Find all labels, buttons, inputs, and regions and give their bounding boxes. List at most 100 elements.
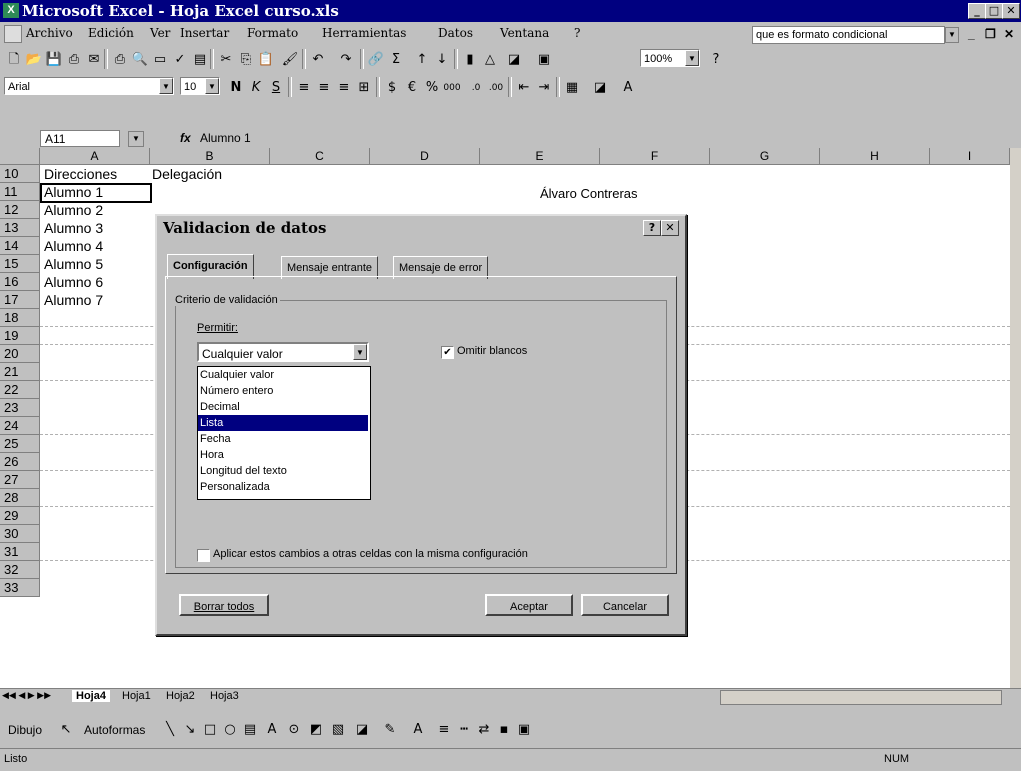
italic-icon[interactable]: K <box>246 78 266 98</box>
row-header[interactable]: 19 <box>0 327 40 345</box>
column-header-f[interactable]: F <box>600 148 710 165</box>
row-header[interactable]: 17 <box>0 291 40 309</box>
line-color-icon[interactable]: ✎ <box>380 720 400 740</box>
cell-a17[interactable]: Alumno 7 <box>44 291 103 309</box>
row-header[interactable]: 21 <box>0 363 40 381</box>
column-header-e[interactable]: E <box>480 148 600 165</box>
row-header[interactable]: 15 <box>0 255 40 273</box>
row-header[interactable]: 27 <box>0 471 40 489</box>
name-box-dropdown-icon[interactable]: ▼ <box>128 131 144 147</box>
select-all-corner[interactable] <box>0 148 40 165</box>
row-header[interactable]: 24 <box>0 417 40 435</box>
sheet-tab-hoja1[interactable]: Hoja1 <box>118 690 155 702</box>
zoom-dropdown-icon[interactable]: ▼ <box>685 50 699 66</box>
font-color-icon[interactable]: A <box>618 78 638 98</box>
save-icon[interactable]: 💾 <box>44 50 64 70</box>
cell-d11[interactable]: Álvaro Contreras <box>540 185 638 203</box>
formula-content[interactable]: Alumno 1 <box>200 131 251 145</box>
menu-ventana[interactable]: Ventana <box>500 26 549 40</box>
protect-icon[interactable]: ▣ <box>534 50 554 70</box>
oval-icon[interactable]: ○ <box>220 720 240 740</box>
row-header[interactable]: 14 <box>0 237 40 255</box>
option-hora[interactable]: Hora <box>198 447 368 463</box>
line-style-icon[interactable]: ≡ <box>434 720 454 740</box>
row-header[interactable]: 31 <box>0 543 40 561</box>
redo-icon[interactable]: ↷ <box>336 50 356 70</box>
sort-asc-icon[interactable]: ↑ <box>412 50 432 70</box>
ignore-blank-checkbox[interactable]: ✔ <box>441 346 454 359</box>
sheet-tab-hoja2[interactable]: Hoja2 <box>162 690 199 702</box>
minimize-button[interactable]: _ <box>968 3 986 19</box>
fx-icon[interactable]: fx <box>180 131 191 145</box>
clear-all-button[interactable]: Borrar todos <box>179 594 269 616</box>
arrow-icon[interactable]: ↘ <box>180 720 200 740</box>
print-preview-icon[interactable]: 🔍 <box>130 50 150 70</box>
row-header[interactable]: 10 <box>0 165 40 183</box>
autoformas-menu[interactable]: Autoformas <box>84 723 145 737</box>
doc-restore-button[interactable]: ❐ <box>985 27 996 41</box>
paste-icon[interactable]: 📋 <box>256 50 276 70</box>
font-combo[interactable]: Arial ▼ <box>4 77 174 95</box>
option-numero-entero[interactable]: Número entero <box>198 383 368 399</box>
sheet-tab-hoja3[interactable]: Hoja3 <box>206 690 243 702</box>
wordart-icon[interactable]: A <box>262 720 282 740</box>
3d-icon[interactable]: ▣ <box>514 720 534 740</box>
email-icon[interactable]: ✉ <box>84 50 104 70</box>
menu-ver[interactable]: Ver <box>150 26 170 40</box>
help-icon[interactable]: ? <box>643 220 661 236</box>
option-personalizada[interactable]: Personalizada <box>198 479 368 495</box>
row-header[interactable]: 33 <box>0 579 40 597</box>
dash-style-icon[interactable]: ┅ <box>454 720 474 740</box>
option-lista[interactable]: Lista <box>198 415 368 431</box>
print-icon[interactable]: ⎙ <box>110 50 130 70</box>
row-header[interactable]: 12 <box>0 201 40 219</box>
option-fecha[interactable]: Fecha <box>198 431 368 447</box>
menu-formato[interactable]: Formato <box>247 26 298 40</box>
hyperlink-icon[interactable]: 🔗 <box>366 50 386 70</box>
copy-icon[interactable]: ⎘ <box>236 50 256 70</box>
sheet-tab-hoja4[interactable]: Hoja4 <box>72 690 110 702</box>
row-header[interactable]: 13 <box>0 219 40 237</box>
column-header-g[interactable]: G <box>710 148 820 165</box>
column-header-i[interactable]: I <box>930 148 1010 165</box>
cell-a12[interactable]: Alumno 2 <box>44 201 103 219</box>
close-button[interactable]: ✕ <box>1002 3 1020 19</box>
option-decimal[interactable]: Decimal <box>198 399 368 415</box>
research-icon[interactable]: ▤ <box>190 50 210 70</box>
sort-desc-icon[interactable]: ↓ <box>432 50 452 70</box>
row-header[interactable]: 11 <box>0 183 40 201</box>
cell-a11[interactable]: Alumno 1 <box>44 183 103 201</box>
ask-question-box[interactable]: que es formato condicional <box>752 26 945 44</box>
font-color-draw-icon[interactable]: A <box>408 720 428 740</box>
row-header[interactable]: 28 <box>0 489 40 507</box>
euro-icon[interactable]: € <box>402 78 422 98</box>
underline-icon[interactable]: S <box>266 78 286 98</box>
clipart-icon[interactable]: ◩ <box>306 720 326 740</box>
row-header[interactable]: 23 <box>0 399 40 417</box>
maximize-button[interactable]: □ <box>985 3 1003 19</box>
cell-a16[interactable]: Alumno 6 <box>44 273 103 291</box>
fill-color-draw-icon[interactable]: ◪ <box>352 720 372 740</box>
menu-archivo[interactable]: Archivo <box>26 26 73 40</box>
option-longitud-texto[interactable]: Longitud del texto <box>198 463 368 479</box>
doc-minimize-button[interactable]: _ <box>968 27 975 41</box>
thousands-icon[interactable]: 000 <box>442 78 462 98</box>
row-header[interactable]: 20 <box>0 345 40 363</box>
row-header[interactable]: 18 <box>0 309 40 327</box>
new-icon[interactable]: 🗋 <box>4 50 24 70</box>
row-header[interactable]: 25 <box>0 435 40 453</box>
column-header-c[interactable]: C <box>270 148 370 165</box>
row-header[interactable]: 16 <box>0 273 40 291</box>
row-header[interactable]: 29 <box>0 507 40 525</box>
textbox-icon[interactable]: ▤ <box>240 720 260 740</box>
menu-datos[interactable]: Datos <box>438 26 473 40</box>
ok-button[interactable]: Aceptar <box>485 594 573 616</box>
cell-a13[interactable]: Alumno 3 <box>44 219 103 237</box>
tab-scroll-icon[interactable]: ◀◀ ◀ ▶ ▶▶ <box>2 690 51 701</box>
shadow-icon[interactable]: ▪ <box>494 720 514 740</box>
menu-insertar[interactable]: Insertar <box>180 26 229 40</box>
help-icon[interactable]: ? <box>706 50 726 70</box>
autosum-icon[interactable]: Σ <box>386 50 406 70</box>
spelling-icon[interactable]: ✓ <box>170 50 190 70</box>
allow-dropdown-list[interactable]: Cualquier valor Número entero Decimal Li… <box>197 366 371 500</box>
